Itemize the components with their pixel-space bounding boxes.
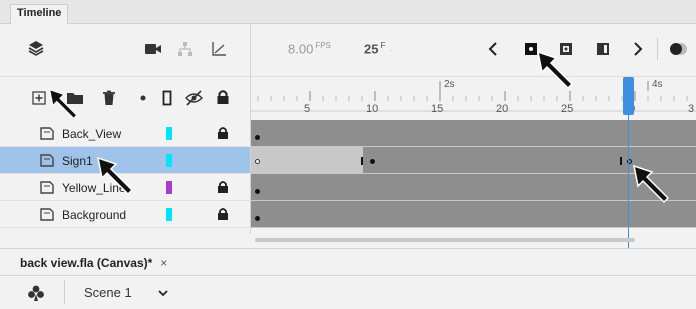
camera-icon[interactable]: [144, 42, 162, 56]
ruler-frame-number: 20: [496, 103, 509, 115]
insert-frame-button[interactable]: [596, 42, 610, 56]
annotation-arrow: [537, 50, 574, 90]
keyframe-marker[interactable]: [255, 189, 260, 194]
fps-unit: FPS: [315, 41, 331, 50]
panel-tab-bar: Timeline: [0, 0, 696, 24]
lock-icon[interactable]: [217, 180, 229, 197]
timeline-toolbar: [0, 24, 696, 76]
outline-layers-icon[interactable]: [162, 90, 172, 106]
next-keyframe-icon[interactable]: [631, 41, 645, 57]
layer-name[interactable]: Sign1: [62, 154, 93, 168]
lock-layers-icon[interactable]: [216, 89, 230, 105]
fps-readout[interactable]: 8.00 FPS: [288, 41, 331, 56]
annotation-arrow: [633, 164, 670, 204]
span-end-marker: [361, 157, 363, 165]
hide-layers-icon[interactable]: [185, 90, 203, 106]
scene-selector[interactable]: Scene 1: [84, 285, 132, 300]
layer-name[interactable]: Back_View: [62, 127, 121, 141]
layer-color-swatch[interactable]: [166, 181, 172, 194]
layer-color-swatch[interactable]: [166, 127, 172, 140]
scene-divider: [64, 280, 65, 304]
frame-dot: ·: [389, 45, 393, 56]
annotation-arrow: [48, 88, 78, 120]
ruler-frame-number: 3: [688, 103, 695, 115]
ruler-frame-number: 25: [561, 103, 574, 115]
ruler-seconds-label: 4s: [652, 79, 663, 90]
document-tab[interactable]: back view.fla (Canvas)* ×: [20, 256, 167, 270]
frame-unit: F: [380, 41, 386, 50]
layer-type-icon: [40, 154, 54, 167]
layer-row-back-view[interactable]: Back_View: [0, 120, 250, 147]
layer-name[interactable]: Background: [62, 208, 126, 222]
layer-type-icon: [40, 127, 54, 140]
document-tab-label[interactable]: back view.fla (Canvas)*: [20, 256, 152, 270]
onion-skin-icon[interactable]: [668, 41, 690, 57]
empty-keyframe-marker[interactable]: [255, 159, 260, 164]
keyframe-marker[interactable]: [255, 216, 260, 221]
fps-value[interactable]: 8.00: [288, 41, 313, 56]
frame-value[interactable]: 25: [364, 41, 378, 56]
lock-icon[interactable]: [217, 207, 229, 224]
annotation-arrow: [97, 156, 134, 196]
new-layer-icon[interactable]: [32, 91, 46, 105]
frame-track-back-view[interactable]: [250, 120, 696, 147]
layer-parenting-icon[interactable]: [177, 41, 193, 57]
scene-icon[interactable]: [27, 284, 45, 302]
frame-tracks: [250, 120, 696, 228]
chevron-down-icon[interactable]: [157, 287, 169, 299]
ruler-frame-number: 10: [366, 103, 379, 115]
frame-track-sign1[interactable]: [250, 147, 696, 174]
ruler-frame-number: 15: [431, 103, 444, 115]
layer-type-icon: [40, 208, 54, 221]
frame-track-background[interactable]: [250, 201, 696, 228]
delete-layer-icon[interactable]: [101, 90, 117, 106]
layer-row-background[interactable]: Background: [0, 201, 250, 228]
horizontal-scrollbar[interactable]: [255, 238, 635, 242]
panel-divider: [250, 24, 251, 234]
previous-keyframe-icon[interactable]: [486, 41, 500, 57]
scene-label[interactable]: Scene 1: [84, 285, 132, 300]
close-icon[interactable]: ×: [160, 256, 167, 270]
timeline-tab[interactable]: Timeline: [10, 4, 69, 24]
span-end-marker: [620, 157, 622, 165]
layer-color-swatch[interactable]: [166, 208, 172, 221]
frame-track-yellow-line[interactable]: [250, 174, 696, 201]
layer-type-icon: [40, 181, 54, 194]
keyframe-marker[interactable]: [255, 135, 260, 140]
bar-divider: [0, 275, 696, 276]
ruler-frame-number: 5: [304, 103, 311, 115]
layer-color-swatch[interactable]: [166, 154, 172, 167]
ruler-seconds-label: 2s: [444, 79, 455, 90]
playhead-line[interactable]: [628, 115, 629, 253]
tween-span[interactable]: [250, 147, 363, 173]
lock-icon[interactable]: [217, 126, 229, 143]
highlight-layers-icon[interactable]: [140, 95, 146, 101]
current-frame-readout[interactable]: 25 F ·: [364, 41, 392, 56]
keyframe-marker[interactable]: [370, 159, 375, 164]
timeline-panel: Timeline 8.00 FPS 25 F · 2s 4s 5 10 15 2…: [0, 0, 696, 309]
toolbar-divider: [657, 38, 658, 60]
graph-icon[interactable]: [211, 41, 227, 57]
playhead-handle[interactable]: [623, 77, 634, 115]
layers-stack-icon[interactable]: [28, 40, 44, 56]
